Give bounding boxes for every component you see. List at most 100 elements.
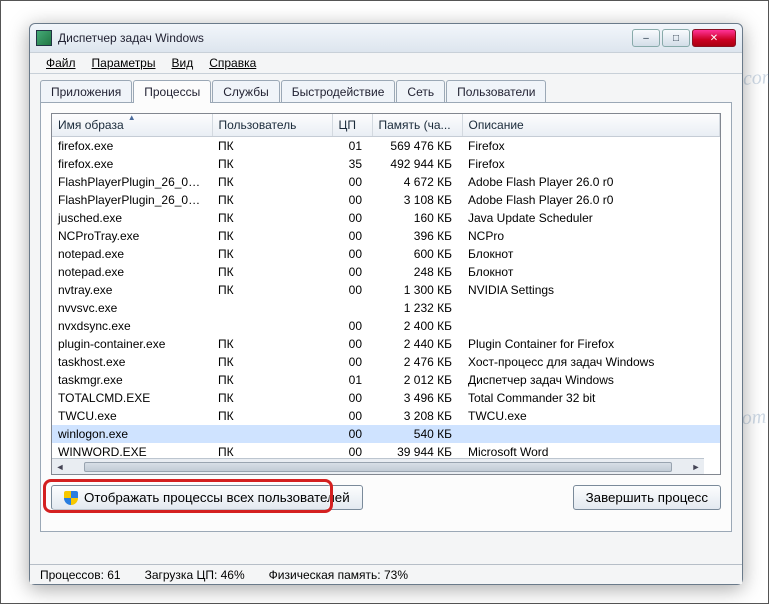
menu-help[interactable]: Справка	[203, 54, 262, 72]
tab-applications[interactable]: Приложения	[40, 80, 132, 103]
table-row[interactable]: jusched.exeПК00160 КБJava Update Schedul…	[52, 209, 720, 227]
table-row[interactable]: nvvsvc.exe1 232 КБ	[52, 299, 720, 317]
show-all-users-button[interactable]: Отображать процессы всех пользователей	[51, 485, 363, 510]
cell-image: firefox.exe	[52, 137, 212, 156]
cell-image: nvtray.exe	[52, 281, 212, 299]
cell-mem: 569 476 КБ	[372, 137, 462, 156]
cell-user	[212, 299, 332, 317]
cell-user: ПК	[212, 173, 332, 191]
process-list[interactable]: Имя образа▲ Пользователь ЦП Память (ча..…	[51, 113, 721, 475]
col-description[interactable]: Описание	[462, 114, 720, 137]
cell-cpu: 00	[332, 227, 372, 245]
cell-cpu: 00	[332, 317, 372, 335]
cell-mem: 492 944 КБ	[372, 155, 462, 173]
status-bar: Процессов: 61 Загрузка ЦП: 46% Физическа…	[30, 564, 742, 584]
cell-image: NCProTray.exe	[52, 227, 212, 245]
cell-user	[212, 317, 332, 335]
cell-mem: 3 208 КБ	[372, 407, 462, 425]
uac-shield-icon	[64, 491, 78, 505]
table-row[interactable]: firefox.exeПК35492 944 КБFirefox	[52, 155, 720, 173]
cell-mem: 2 440 КБ	[372, 335, 462, 353]
cell-user: ПК	[212, 227, 332, 245]
tab-strip: Приложения Процессы Службы Быстродействи…	[40, 80, 732, 103]
cell-cpu: 00	[332, 389, 372, 407]
cell-mem: 1 300 КБ	[372, 281, 462, 299]
tab-processes[interactable]: Процессы	[133, 80, 211, 103]
cell-cpu: 01	[332, 137, 372, 156]
cell-cpu: 00	[332, 173, 372, 191]
cell-desc: Adobe Flash Player 26.0 r0	[462, 173, 720, 191]
cell-desc: NCPro	[462, 227, 720, 245]
cell-image: FlashPlayerPlugin_26_0_0_1...	[52, 173, 212, 191]
cell-desc: Firefox	[462, 155, 720, 173]
col-user[interactable]: Пользователь	[212, 114, 332, 137]
col-cpu[interactable]: ЦП	[332, 114, 372, 137]
cell-mem: 600 КБ	[372, 245, 462, 263]
title-bar[interactable]: Диспетчер задач Windows – □ ✕	[30, 24, 742, 52]
cell-mem: 2 400 КБ	[372, 317, 462, 335]
app-icon	[36, 30, 52, 46]
table-row[interactable]: firefox.exeПК01569 476 КБFirefox	[52, 137, 720, 156]
table-row[interactable]: FlashPlayerPlugin_26_0_0_1...ПК003 108 К…	[52, 191, 720, 209]
cell-cpu: 00	[332, 353, 372, 371]
scroll-thumb[interactable]	[84, 462, 672, 472]
cell-cpu	[332, 299, 372, 317]
table-row[interactable]: NCProTray.exeПК00396 КБNCPro	[52, 227, 720, 245]
cell-cpu: 01	[332, 371, 372, 389]
cell-user: ПК	[212, 155, 332, 173]
table-row[interactable]: nvxdsync.exe 002 400 КБ	[52, 317, 720, 335]
tab-performance[interactable]: Быстродействие	[281, 80, 396, 103]
cell-desc: Java Update Scheduler	[462, 209, 720, 227]
cell-desc	[462, 317, 720, 335]
scroll-right-icon[interactable]: ►	[688, 459, 704, 475]
cell-desc	[462, 299, 720, 317]
cell-user: ПК	[212, 389, 332, 407]
table-row[interactable]: TWCU.exeПК003 208 КБTWCU.exe	[52, 407, 720, 425]
status-cpu: Загрузка ЦП: 46%	[145, 568, 245, 582]
maximize-button[interactable]: □	[662, 29, 690, 47]
cell-cpu: 00	[332, 335, 372, 353]
table-row[interactable]: TOTALCMD.EXEПК003 496 КБTotal Commander …	[52, 389, 720, 407]
cell-image: nvxdsync.exe	[52, 317, 212, 335]
cell-mem: 2 012 КБ	[372, 371, 462, 389]
cell-desc: Total Commander 32 bit	[462, 389, 720, 407]
table-row[interactable]: taskhost.exeПК002 476 КБХост-процесс для…	[52, 353, 720, 371]
window-title: Диспетчер задач Windows	[58, 31, 632, 45]
end-process-label: Завершить процесс	[586, 490, 708, 505]
table-row[interactable]: notepad.exeПК00600 КББлокнот	[52, 245, 720, 263]
cell-user: ПК	[212, 263, 332, 281]
cell-user: ПК	[212, 137, 332, 156]
cell-user: ПК	[212, 371, 332, 389]
menu-view[interactable]: Вид	[165, 54, 199, 72]
menu-file[interactable]: Файл	[40, 54, 82, 72]
col-memory[interactable]: Память (ча...	[372, 114, 462, 137]
cell-image: firefox.exe	[52, 155, 212, 173]
cell-user: ПК	[212, 335, 332, 353]
table-row[interactable]: FlashPlayerPlugin_26_0_0_1...ПК004 672 К…	[52, 173, 720, 191]
table-row[interactable]: notepad.exeПК00248 КББлокнот	[52, 263, 720, 281]
cell-desc: NVIDIA Settings	[462, 281, 720, 299]
cell-user: ПК	[212, 209, 332, 227]
status-processes: Процессов: 61	[40, 568, 121, 582]
tab-network[interactable]: Сеть	[396, 80, 445, 103]
cell-user: ПК	[212, 191, 332, 209]
horizontal-scrollbar[interactable]: ◄ ►	[52, 458, 704, 474]
table-row[interactable]: nvtray.exeПК001 300 КБNVIDIA Settings	[52, 281, 720, 299]
cell-desc: Диспетчер задач Windows	[462, 371, 720, 389]
close-button[interactable]: ✕	[692, 29, 736, 47]
cell-user	[212, 425, 332, 443]
tab-services[interactable]: Службы	[212, 80, 279, 103]
menu-options[interactable]: Параметры	[86, 54, 162, 72]
cell-image: notepad.exe	[52, 263, 212, 281]
end-process-button[interactable]: Завершить процесс	[573, 485, 721, 510]
scroll-left-icon[interactable]: ◄	[52, 459, 68, 475]
col-image-name[interactable]: Имя образа▲	[52, 114, 212, 137]
tab-users[interactable]: Пользователи	[446, 80, 546, 103]
cell-mem: 396 КБ	[372, 227, 462, 245]
table-row[interactable]: winlogon.exe00540 КБ	[52, 425, 720, 443]
minimize-button[interactable]: –	[632, 29, 660, 47]
table-row[interactable]: plugin-container.exeПК002 440 КБPlugin C…	[52, 335, 720, 353]
table-row[interactable]: taskmgr.exeПК012 012 КБДиспетчер задач W…	[52, 371, 720, 389]
cell-image: plugin-container.exe	[52, 335, 212, 353]
cell-mem: 1 232 КБ	[372, 299, 462, 317]
